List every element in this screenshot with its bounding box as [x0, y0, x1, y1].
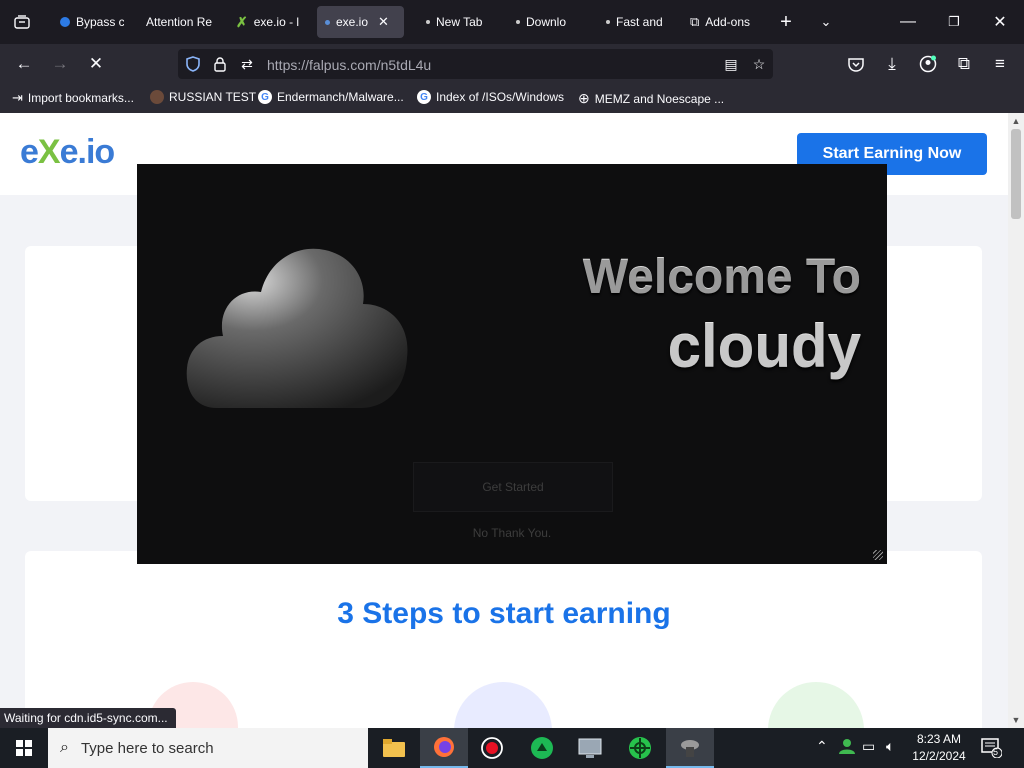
tab[interactable]: ✗ exe.io - l: [228, 6, 310, 38]
account-icon[interactable]: [914, 50, 942, 78]
notifications-icon[interactable]: 5: [980, 736, 1003, 761]
minimize-icon[interactable]: —: [888, 8, 928, 36]
crosshair-app-icon[interactable]: [616, 728, 664, 768]
bookmark-label: Import bookmarks...: [27, 91, 134, 105]
logo-x: X: [37, 133, 61, 171]
tab[interactable]: Fast and: [598, 6, 672, 38]
shield-icon: [60, 17, 70, 27]
avatar-icon: [150, 90, 164, 104]
puzzle-icon: ⧉: [690, 14, 700, 29]
extensions-icon[interactable]: ⧉: [950, 50, 978, 78]
tab-strip: Bypass c Attention Re ✗ exe.io - l exe.i…: [0, 0, 1024, 44]
network-icon[interactable]: ▭: [862, 738, 875, 755]
dot-icon: [606, 20, 610, 24]
cloudy-app-icon[interactable]: [666, 728, 714, 768]
bookmarks-toolbar: ⇥ Import bookmarks... RUSSIAN TEST G End…: [0, 84, 1024, 113]
pocket-icon[interactable]: [842, 50, 870, 78]
tab-label: Bypass c: [76, 15, 124, 29]
tab-label: Fast and: [616, 15, 663, 29]
get-started-button[interactable]: Get Started: [413, 462, 613, 512]
lock-icon[interactable]: [211, 55, 229, 73]
scroll-down-icon[interactable]: ▼: [1008, 712, 1024, 728]
dot-icon: [426, 20, 430, 24]
loading-dot-icon: [325, 19, 330, 25]
url-bar[interactable]: ⇄ https://falpus.com/n5tdL4u ▤ ☆: [178, 49, 773, 79]
exeio-favicon-icon: ✗: [236, 13, 248, 30]
tab[interactable]: New Tab: [418, 6, 500, 38]
bookmark-label: MEMZ and Noescape ...: [594, 91, 725, 106]
green-app-icon[interactable]: [518, 728, 566, 768]
status-panel: Waiting for cdn.id5-sync.com...: [0, 708, 176, 728]
globe-icon: ⊕: [578, 90, 590, 106]
windows-start-icon[interactable]: [0, 728, 48, 768]
google-icon: G: [258, 90, 272, 104]
tab-active[interactable]: exe.io ✕: [317, 6, 404, 38]
system-clock[interactable]: 8:23 AM 12/2/2024: [906, 731, 972, 765]
stop-loading-icon[interactable]: ✕: [82, 50, 110, 78]
bookmark-item[interactable]: RUSSIAN TEST: [150, 90, 256, 104]
bookmark-star-icon[interactable]: ☆: [750, 55, 768, 73]
clock-time: 8:23 AM: [916, 732, 962, 746]
firefox-icon[interactable]: [420, 728, 468, 768]
tab[interactable]: ⧉ Add-ons: [682, 6, 758, 38]
nav-toolbar: ← → ✕ ⇄ https://falpus.com/n5tdL4u ▤ ☆ ⤓…: [0, 44, 1024, 84]
bookmark-item[interactable]: ⇥ Import bookmarks...: [12, 90, 134, 106]
url-text[interactable]: https://falpus.com/n5tdL4u: [267, 57, 431, 73]
cloud-icon: [186, 248, 408, 408]
restore-icon[interactable]: ❐: [934, 8, 974, 36]
bookmark-label: Endermanch/Malware...: [277, 90, 404, 104]
close-window-icon[interactable]: ✕: [980, 8, 1020, 36]
tab-label: exe.io - l: [253, 15, 300, 29]
steps-heading: 3 Steps to start earning: [337, 597, 671, 630]
no-thank-you-link[interactable]: No Thank You.: [137, 526, 887, 540]
show-hidden-icons-icon[interactable]: ⌃: [816, 738, 828, 755]
bookmark-label: Index of /ISOs/Windows: [436, 90, 565, 104]
search-placeholder: Type here to search: [80, 739, 214, 757]
tab[interactable]: Attention Re: [138, 6, 220, 38]
new-tab-icon[interactable]: +: [766, 8, 806, 36]
cloudy-title: cloudy: [667, 313, 861, 380]
bookmark-item[interactable]: G Index of /ISOs/Windows: [417, 90, 564, 104]
tab-label: Attention Re: [146, 15, 212, 29]
page-scrollbar[interactable]: ▲ ▼: [1008, 113, 1024, 728]
close-tab-icon[interactable]: ✕: [378, 14, 389, 30]
permissions-icon[interactable]: ⇄: [238, 55, 256, 73]
record-icon[interactable]: [468, 728, 516, 768]
bookmark-item[interactable]: G Endermanch/Malware...: [258, 90, 404, 104]
bookmark-item[interactable]: ⊕ MEMZ and Noescape ...: [578, 90, 724, 107]
menu-icon[interactable]: ≡: [986, 50, 1014, 78]
downloads-icon[interactable]: ⤓: [878, 50, 906, 78]
tab-overview-icon[interactable]: [2, 8, 42, 36]
volume-icon[interactable]: 🔈︎: [886, 738, 894, 755]
taskbar: ⌕ Type here to search ⌃ ▭ 🔈︎ 8:23 AM 12/…: [0, 728, 1024, 768]
list-all-tabs-icon[interactable]: ⌄: [806, 8, 846, 36]
tab-label: Downlo: [526, 15, 567, 29]
scroll-thumb[interactable]: [1011, 129, 1021, 219]
search-icon: ⌕: [60, 739, 69, 756]
cloudy-popup: Welcome To cloudy Get Started No Thank Y…: [137, 164, 887, 564]
tracking-protection-shield-icon[interactable]: [184, 55, 202, 73]
tab[interactable]: Downlo: [508, 6, 584, 38]
back-icon[interactable]: ←: [10, 50, 38, 78]
tab-label: Add-ons: [705, 15, 750, 29]
google-icon: G: [417, 90, 431, 104]
taskbar-search[interactable]: ⌕ Type here to search: [48, 728, 368, 768]
resize-grip-icon[interactable]: [873, 550, 883, 560]
welcome-heading: Welcome To: [582, 251, 861, 304]
tab-label: New Tab: [436, 15, 483, 29]
notification-count-badge: 5: [993, 747, 999, 757]
tab-label: exe.io: [336, 15, 369, 29]
monitor-app-icon[interactable]: [566, 728, 614, 768]
reader-view-icon[interactable]: ▤: [722, 55, 740, 73]
clock-date: 12/2/2024: [912, 749, 966, 763]
site-logo[interactable]: eXe.io: [20, 133, 115, 172]
dot-icon: [516, 20, 520, 24]
forward-icon[interactable]: →: [46, 50, 74, 78]
file-explorer-icon[interactable]: [370, 728, 418, 768]
bookmark-label: RUSSIAN TEST: [169, 90, 257, 104]
import-icon: ⇥: [12, 90, 23, 105]
people-icon[interactable]: [838, 738, 856, 757]
scroll-up-icon[interactable]: ▲: [1008, 113, 1024, 129]
tab[interactable]: Bypass c: [52, 6, 132, 38]
